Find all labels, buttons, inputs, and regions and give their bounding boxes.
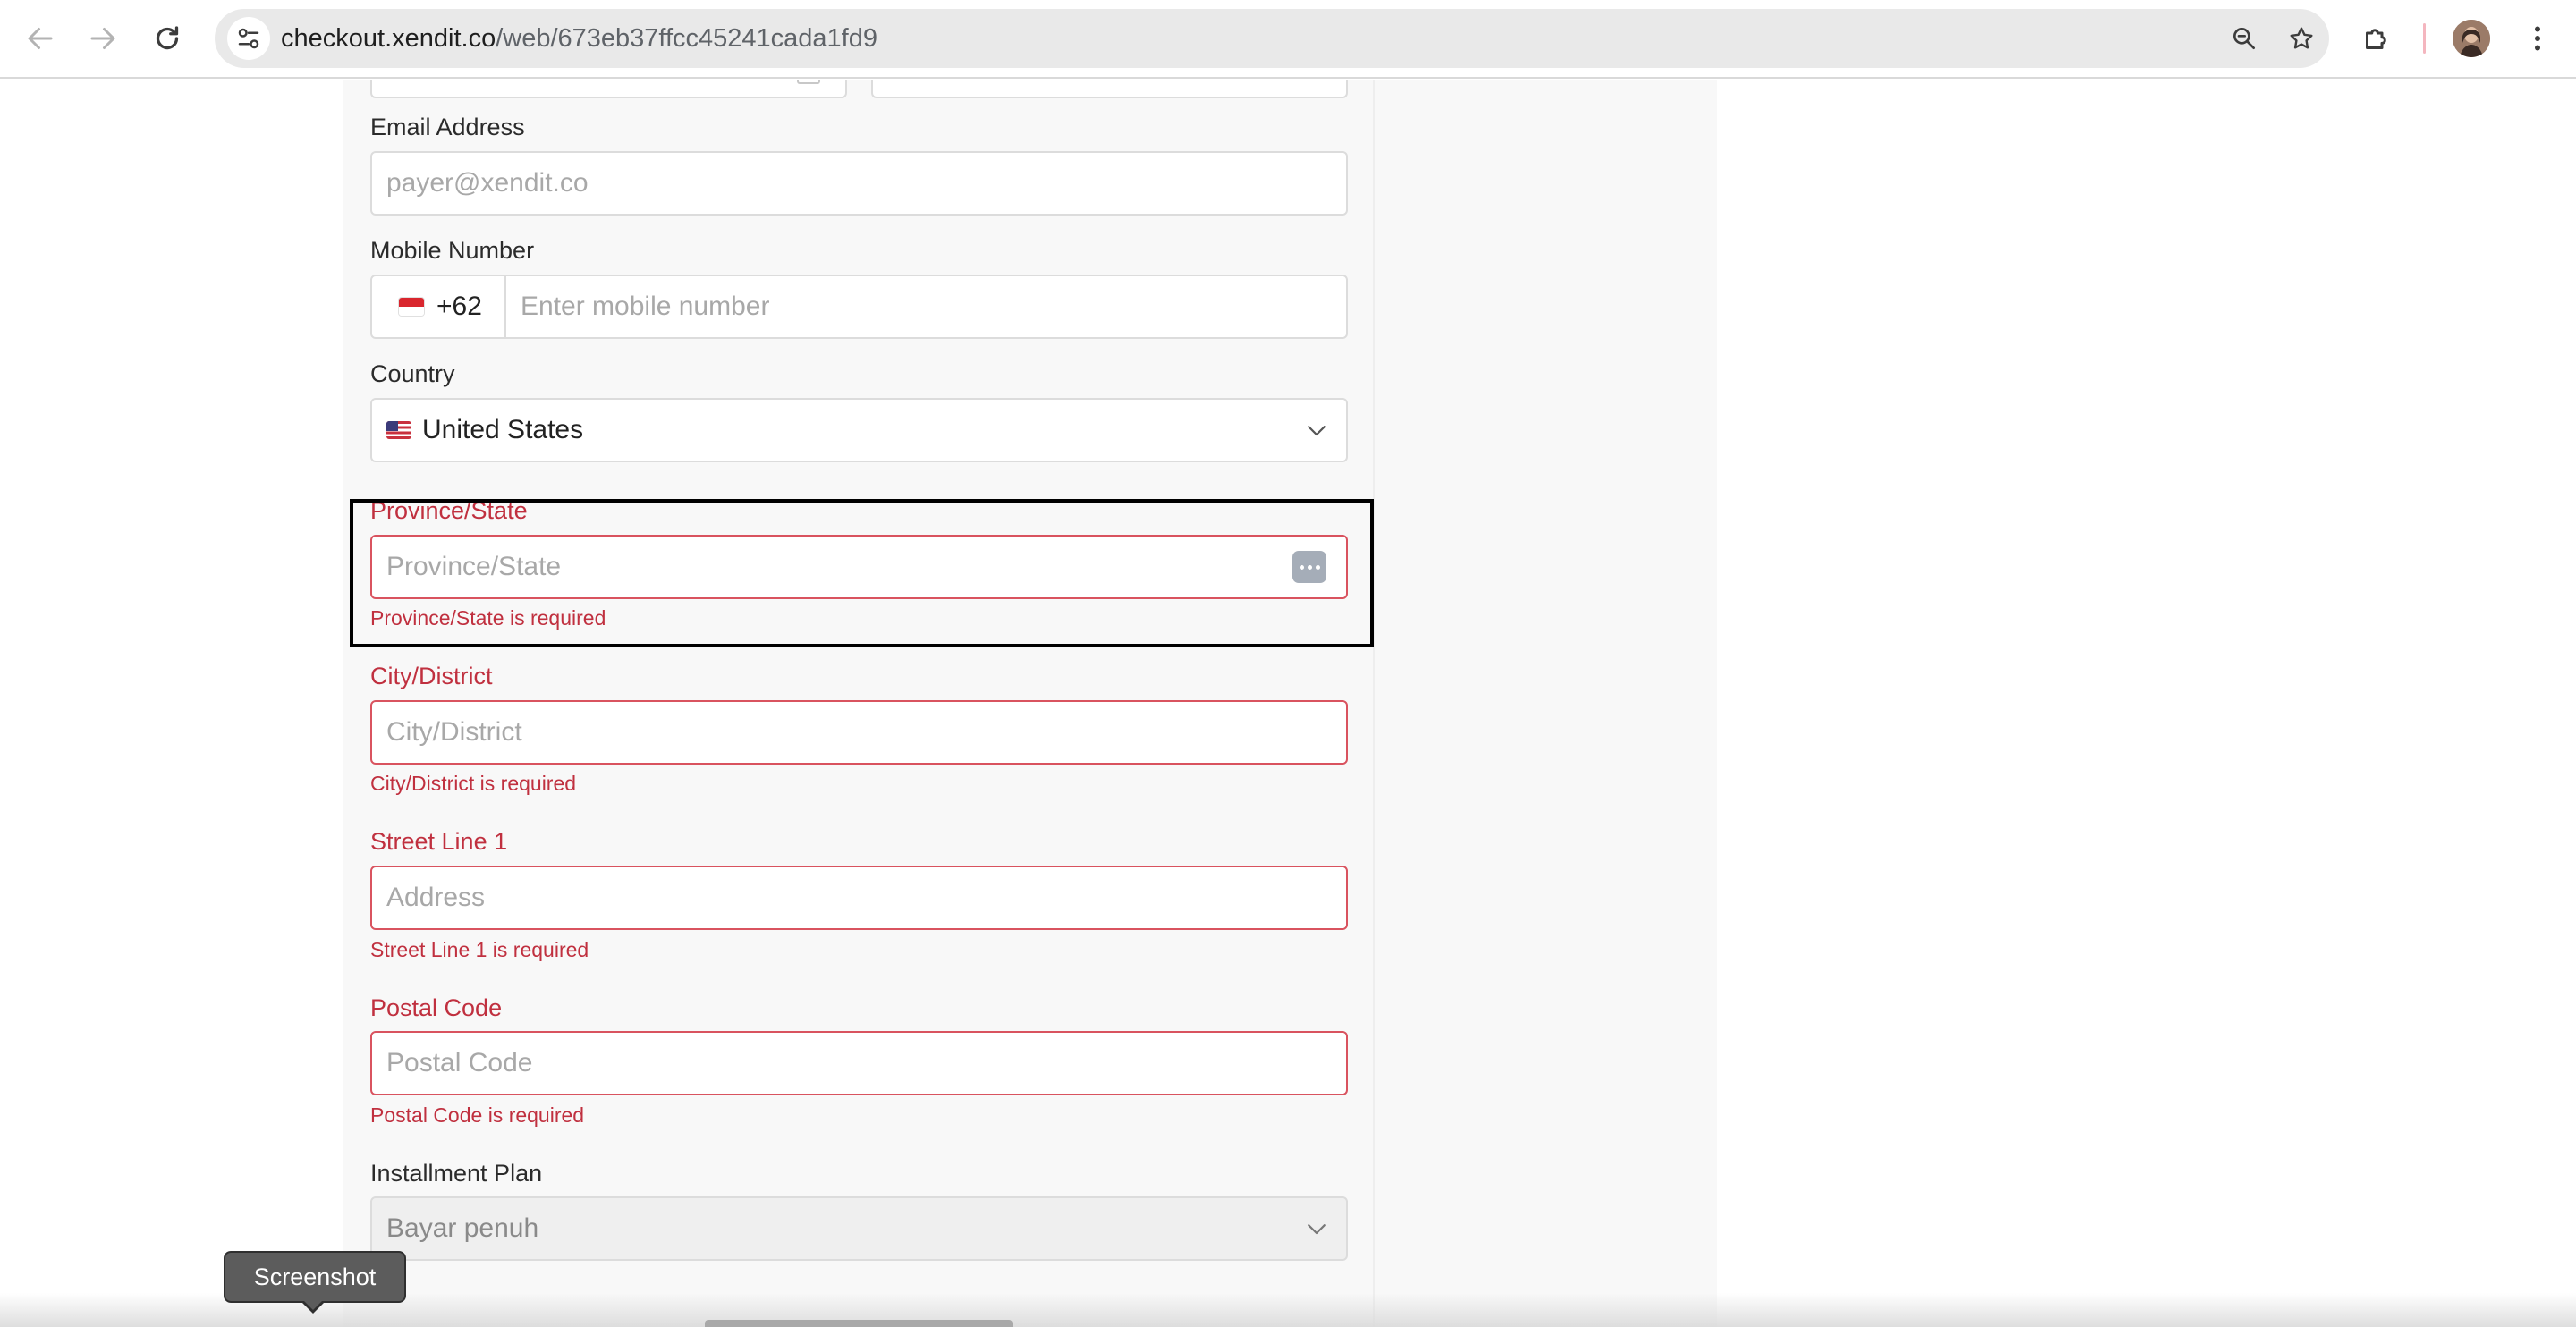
field-icon [797, 80, 820, 84]
installment-label: Installment Plan [370, 1160, 543, 1187]
mobile-field[interactable]: +62 [370, 275, 1348, 339]
postal-field[interactable] [370, 1031, 1348, 1095]
back-button[interactable] [14, 13, 66, 64]
back-icon [28, 28, 53, 49]
installment-selected: Bayar penuh [386, 1213, 539, 1243]
more-menu-icon [2535, 26, 2540, 51]
site-info-button[interactable] [227, 17, 270, 60]
tooltip-tail-inner [303, 1300, 323, 1310]
column-divider [1373, 80, 1375, 1327]
chevron-down-icon [1308, 1224, 1326, 1235]
toolbar-divider [2423, 23, 2426, 54]
extensions-button[interactable] [2356, 18, 2397, 59]
email-label: Email Address [370, 114, 525, 140]
email-input[interactable] [372, 153, 1346, 214]
url-path: /web/673eb37ffcc45241cada1fd9 [496, 24, 877, 53]
country-selected: United States [386, 400, 583, 461]
horizontal-scrollbar[interactable] [705, 1320, 1013, 1327]
reload-button[interactable] [141, 13, 193, 64]
zoom-icon[interactable] [2225, 20, 2263, 57]
extensions-icon [2366, 29, 2386, 49]
country-label: Country [370, 360, 455, 387]
bookmark-star-icon[interactable] [2283, 20, 2320, 57]
url-host: checkout.xendit.co [281, 24, 496, 53]
screenshot-tooltip: Screenshot [224, 1251, 406, 1303]
street-field[interactable] [370, 866, 1348, 930]
mobile-input[interactable] [506, 276, 1346, 337]
city-error: City/District is required [370, 772, 577, 795]
more-menu-button[interactable] [2517, 18, 2558, 59]
field-highlight-box [350, 499, 1374, 647]
installment-select[interactable]: Bayar penuh [370, 1196, 1348, 1261]
street-input[interactable] [372, 867, 1346, 928]
country-code-selector[interactable]: +62 [372, 276, 506, 337]
address-bar[interactable]: checkout.xendit.co/web/673eb37ffcc45241c… [215, 9, 2329, 68]
mobile-label: Mobile Number [370, 237, 535, 264]
street-label: Street Line 1 [370, 828, 508, 855]
previous-field-right[interactable] [871, 80, 1348, 98]
city-label: City/District [370, 663, 493, 689]
chevron-down-icon [1308, 426, 1326, 436]
country-select[interactable]: United States [370, 398, 1348, 462]
country-code: +62 [436, 292, 482, 321]
city-field[interactable] [370, 700, 1348, 765]
forward-button[interactable] [77, 13, 129, 64]
city-input[interactable] [372, 702, 1346, 763]
us-flag-icon [386, 421, 411, 439]
checkout-form-panel: Email Address Mobile Number +62 Country … [343, 80, 1717, 1327]
street-error: Street Line 1 is required [370, 938, 589, 961]
profile-avatar[interactable] [2453, 20, 2490, 57]
page-viewport: Email Address Mobile Number +62 Country … [0, 80, 2576, 1327]
site-info-icon [238, 28, 259, 49]
indonesia-flag-icon [399, 298, 424, 316]
postal-error: Postal Code is required [370, 1103, 585, 1127]
reload-icon [156, 26, 179, 50]
previous-field-left[interactable] [370, 80, 847, 98]
country-selected-label: United States [422, 415, 584, 444]
email-field[interactable] [370, 151, 1348, 216]
url-text: checkout.xendit.co/web/673eb37ffcc45241c… [281, 9, 877, 68]
browser-toolbar: checkout.xendit.co/web/673eb37ffcc45241c… [0, 0, 2576, 79]
postal-input[interactable] [372, 1033, 1346, 1094]
postal-label: Postal Code [370, 994, 503, 1021]
forward-icon [90, 28, 115, 49]
